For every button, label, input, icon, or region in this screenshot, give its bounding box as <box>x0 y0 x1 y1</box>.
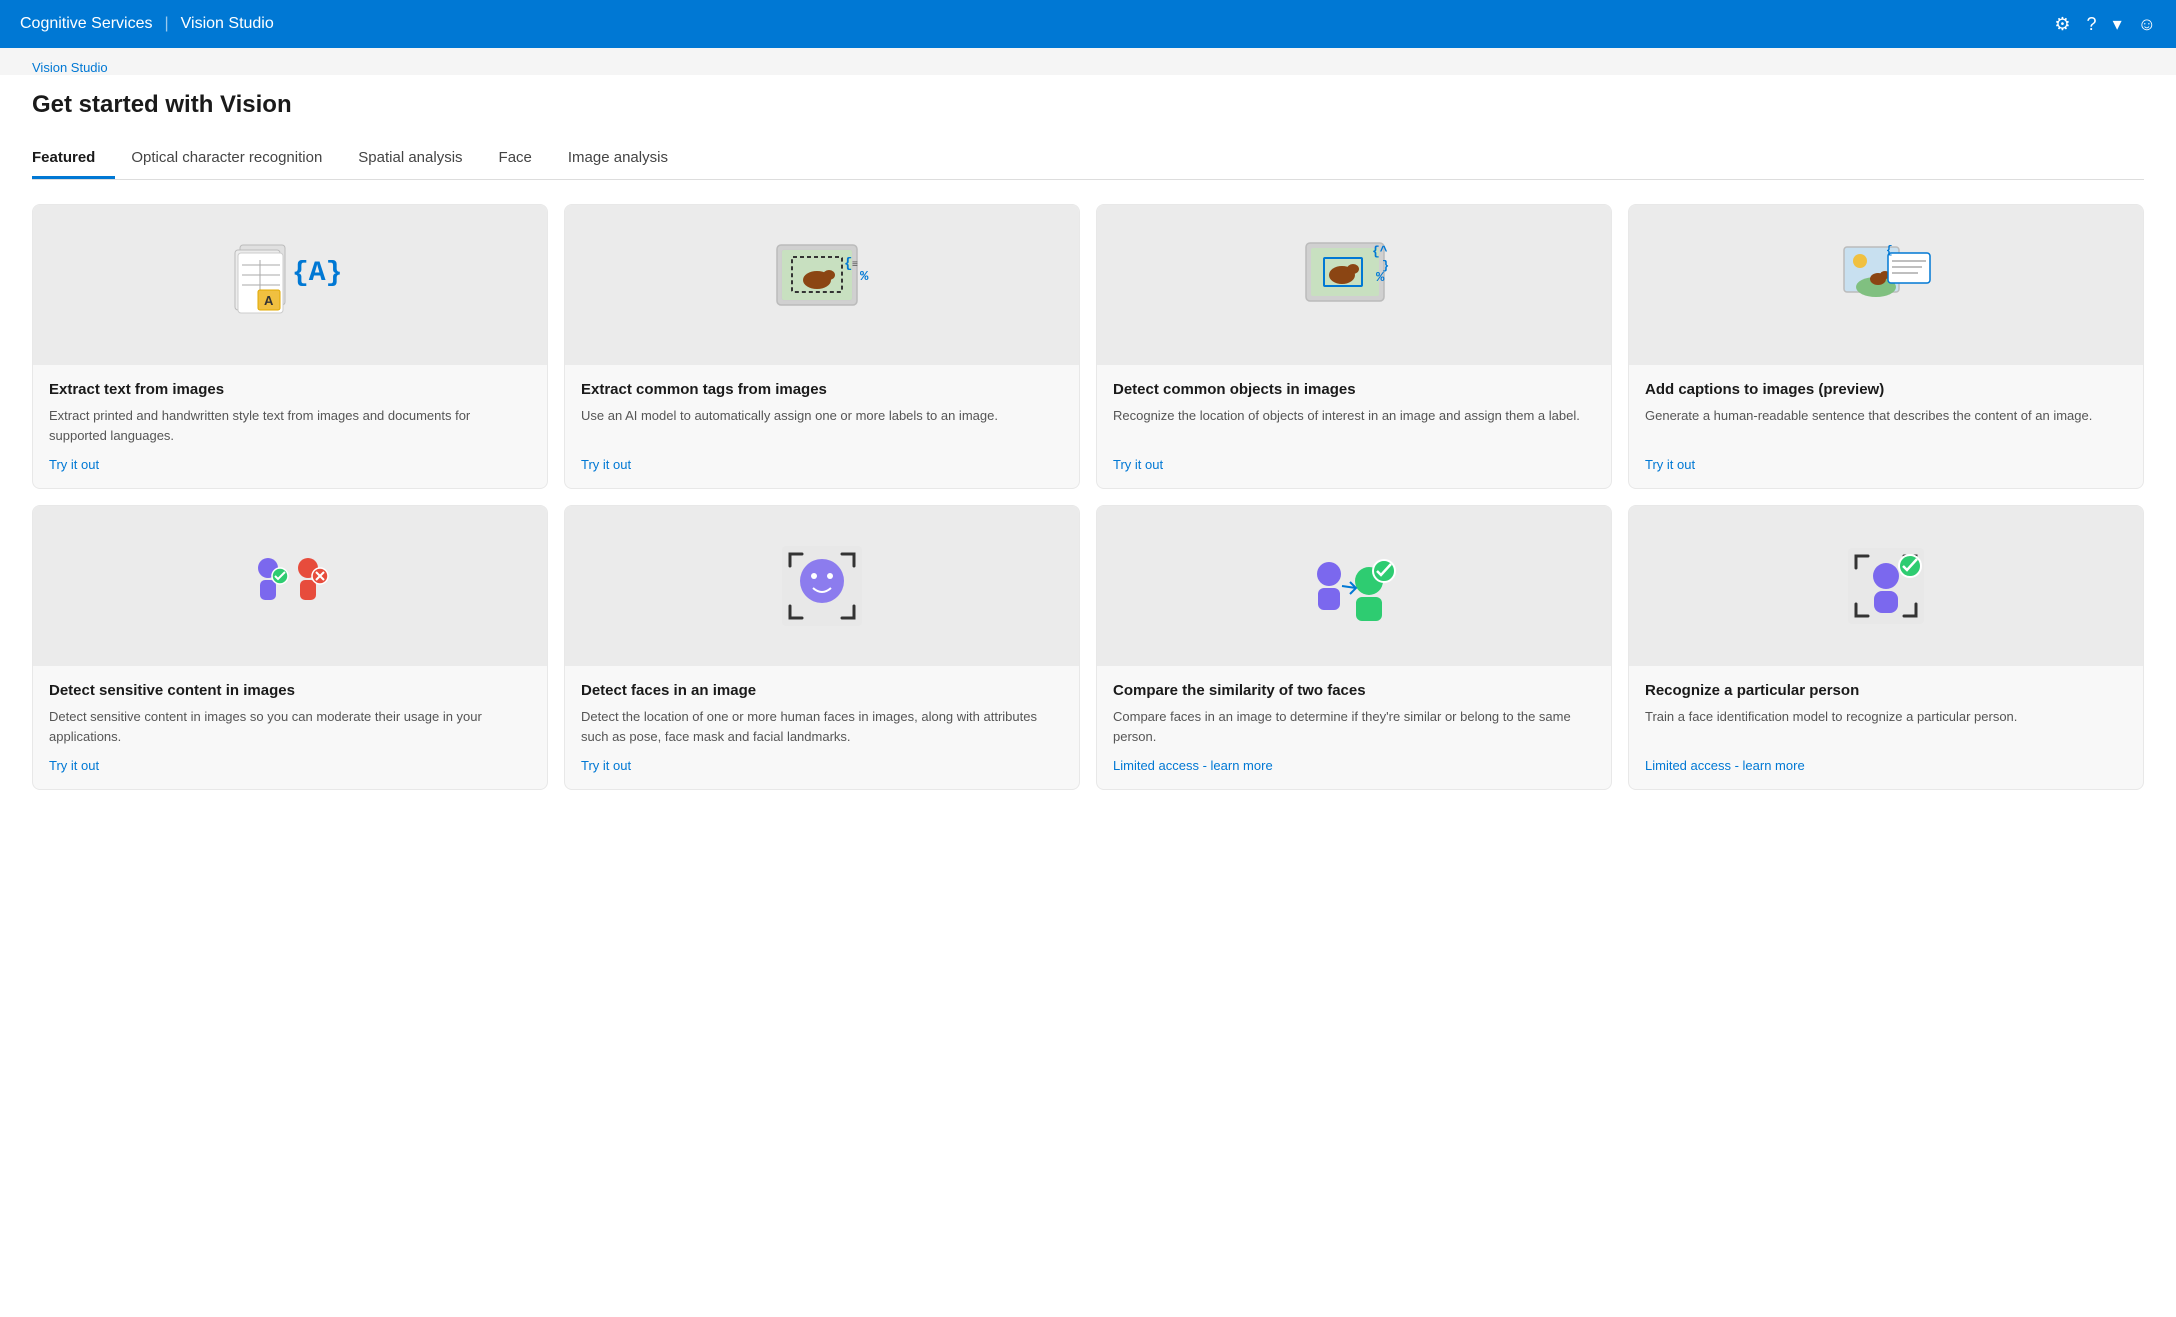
card-link-recognize-person[interactable]: Limited access - learn more <box>1645 758 2127 773</box>
card-desc-add-captions: Generate a human-readable sentence that … <box>1645 406 2127 445</box>
card-image-recognize-person <box>1629 506 2143 666</box>
tab-face[interactable]: Face <box>499 139 552 179</box>
svg-text:A: A <box>264 293 274 308</box>
card-body-detect-objects: Detect common objects in images Recogniz… <box>1097 365 1611 488</box>
card-link-detect-faces[interactable]: Try it out <box>581 758 1063 773</box>
card-title-add-captions: Add captions to images (preview) <box>1645 381 2127 398</box>
svg-text:{: { <box>1886 245 1893 257</box>
card-title-detect-faces: Detect faces in an image <box>581 682 1063 699</box>
card-title-detect-sensitive: Detect sensitive content in images <box>49 682 531 699</box>
card-body-detect-faces: Detect faces in an image Detect the loca… <box>565 666 1079 789</box>
card-image-detect-faces <box>565 506 1079 666</box>
card-title-recognize-person: Recognize a particular person <box>1645 682 2127 699</box>
card-detect-objects: {^ } % Detect common objects in images R… <box>1096 204 1612 489</box>
card-image-add-captions: { <box>1629 205 2143 365</box>
card-desc-extract-text: Extract printed and handwritten style te… <box>49 406 531 445</box>
card-recognize-person: Recognize a particular person Train a fa… <box>1628 505 2144 790</box>
card-title-extract-tags: Extract common tags from images <box>581 381 1063 398</box>
nav-separator: | <box>165 15 169 33</box>
svg-text:%: % <box>1376 270 1385 286</box>
svg-text:{A}: {A} <box>292 258 342 289</box>
nav-brand: Cognitive Services | Vision Studio <box>20 15 274 33</box>
card-desc-detect-faces: Detect the location of one or more human… <box>581 707 1063 746</box>
card-body-add-captions: Add captions to images (preview) Generat… <box>1629 365 2143 488</box>
card-image-compare-faces <box>1097 506 1611 666</box>
card-add-captions: { Add captions to images (preview) Gener… <box>1628 204 2144 489</box>
nav-actions: ⚙ ? ▾ ☺ <box>2054 14 2156 35</box>
card-desc-extract-tags: Use an AI model to automatically assign … <box>581 406 1063 445</box>
svg-text:%: % <box>860 269 869 285</box>
tab-ocr[interactable]: Optical character recognition <box>131 139 342 179</box>
card-image-detect-sensitive <box>33 506 547 666</box>
app-name-label: Vision Studio <box>181 15 274 33</box>
card-desc-detect-objects: Recognize the location of objects of int… <box>1113 406 1595 445</box>
brand-label: Cognitive Services <box>20 15 153 33</box>
card-detect-sensitive: Detect sensitive content in images Detec… <box>32 505 548 790</box>
card-link-extract-tags[interactable]: Try it out <box>581 457 1063 472</box>
card-desc-detect-sensitive: Detect sensitive content in images so yo… <box>49 707 531 746</box>
card-desc-compare-faces: Compare faces in an image to determine i… <box>1113 707 1595 746</box>
page-content: Get started with Vision Featured Optical… <box>0 75 2176 1317</box>
card-detect-faces: Detect faces in an image Detect the loca… <box>564 505 1080 790</box>
card-body-compare-faces: Compare the similarity of two faces Comp… <box>1097 666 1611 789</box>
top-navigation: Cognitive Services | Vision Studio ⚙ ? ▾… <box>0 0 2176 48</box>
card-title-compare-faces: Compare the similarity of two faces <box>1113 682 1595 699</box>
help-icon[interactable]: ? <box>2087 14 2097 35</box>
card-body-recognize-person: Recognize a particular person Train a fa… <box>1629 666 2143 789</box>
card-extract-text: {A} A Extract text from images Extract p… <box>32 204 548 489</box>
card-compare-faces: Compare the similarity of two faces Comp… <box>1096 505 1612 790</box>
page-title: Get started with Vision <box>32 91 2144 119</box>
cards-grid: {A} A Extract text from images Extract p… <box>32 204 2144 790</box>
svg-text:≡: ≡ <box>852 259 858 270</box>
svg-text:{^: {^ <box>1372 244 1388 259</box>
card-desc-recognize-person: Train a face identification model to rec… <box>1645 707 2127 746</box>
card-image-extract-text: {A} A <box>33 205 547 365</box>
breadcrumb-link[interactable]: Vision Studio <box>32 60 108 75</box>
card-link-compare-faces[interactable]: Limited access - learn more <box>1113 758 1595 773</box>
card-link-detect-sensitive[interactable]: Try it out <box>49 758 531 773</box>
tab-bar: Featured Optical character recognition S… <box>32 139 2144 180</box>
breadcrumb: Vision Studio <box>0 48 2176 75</box>
card-image-detect-objects: {^ } % <box>1097 205 1611 365</box>
card-image-extract-tags: { ≡ % <box>565 205 1079 365</box>
tab-image-analysis[interactable]: Image analysis <box>568 139 688 179</box>
card-title-detect-objects: Detect common objects in images <box>1113 381 1595 398</box>
card-body-extract-tags: Extract common tags from images Use an A… <box>565 365 1079 488</box>
card-body-detect-sensitive: Detect sensitive content in images Detec… <box>33 666 547 789</box>
card-title-extract-text: Extract text from images <box>49 381 531 398</box>
gear-icon[interactable]: ⚙ <box>2054 14 2070 35</box>
card-body-extract-text: Extract text from images Extract printed… <box>33 365 547 488</box>
card-link-extract-text[interactable]: Try it out <box>49 457 531 472</box>
card-extract-tags: { ≡ % Extract common tags from images Us… <box>564 204 1080 489</box>
user-avatar-icon[interactable]: ☺ <box>2138 14 2156 35</box>
card-link-add-captions[interactable]: Try it out <box>1645 457 2127 472</box>
tab-featured[interactable]: Featured <box>32 139 115 179</box>
card-link-detect-objects[interactable]: Try it out <box>1113 457 1595 472</box>
tab-spatial[interactable]: Spatial analysis <box>358 139 482 179</box>
chevron-down-icon[interactable]: ▾ <box>2113 14 2122 35</box>
